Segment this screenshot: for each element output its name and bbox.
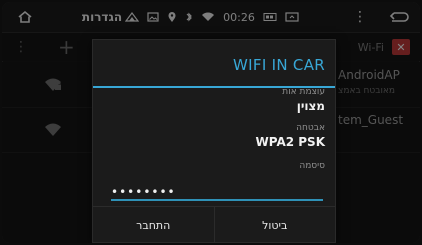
connect-button[interactable]: התחבר	[93, 207, 214, 243]
signal-strength-field: עוצמת אות מצוין	[282, 87, 325, 113]
signal-strength-value: מצוין	[296, 99, 325, 113]
cancel-button[interactable]: ביטול	[213, 207, 336, 243]
dialog-buttons: התחבר ביטול	[93, 206, 335, 243]
dialog-title: WIFI IN CAR	[233, 56, 325, 74]
password-input[interactable]: ••••••••	[111, 181, 323, 201]
password-label: סיסמה	[299, 161, 325, 171]
signal-strength-label: עוצמת אות	[282, 87, 325, 97]
security-value: WPA2 PSK	[255, 135, 325, 149]
device-screen: הגדרות 00:26 ⋮ ⋮ + Wi-Fi ✕ AndroidAP מאו…	[2, 2, 420, 243]
security-label: אבטחה	[296, 123, 325, 133]
wifi-connect-dialog: WIFI IN CAR עוצמת אות מצוין אבטחה WPA2 P…	[92, 39, 336, 243]
security-field: אבטחה WPA2 PSK	[256, 123, 325, 149]
dialog-header: WIFI IN CAR	[93, 40, 335, 88]
password-field: סיסמה	[299, 161, 325, 171]
